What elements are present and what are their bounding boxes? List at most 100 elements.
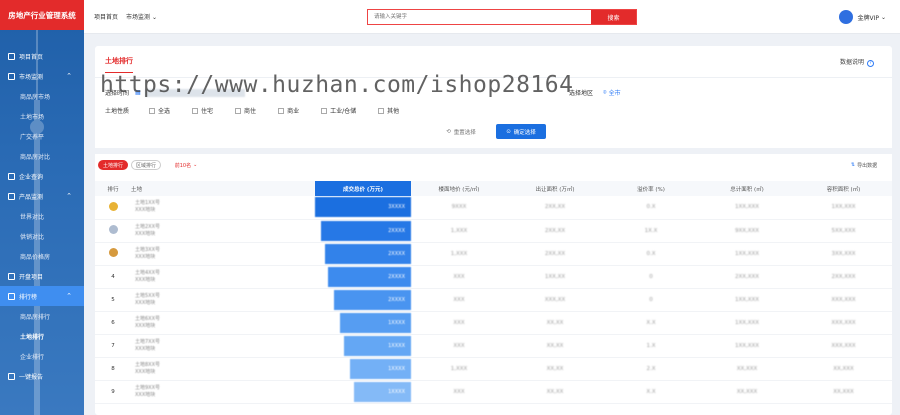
tab-region-ranking[interactable]: 区域排行 [131,160,161,170]
sidebar-subitem[interactable]: 土地市场 [0,106,84,126]
land-use-checkbox[interactable]: 工业/仓储 [321,106,356,115]
nav-home-link[interactable]: 项目首页 [94,12,118,21]
region-select[interactable]: 全市 [609,88,621,97]
product-icon [8,192,15,200]
value-cell: X.X [603,380,699,404]
land-name-cell[interactable]: 土地6XX号 XXX地块 [131,311,315,335]
date-range-input[interactable] [144,88,245,97]
value-cell: XX,XXX [795,380,892,404]
sidebar-item[interactable]: 项目首页 [0,46,84,66]
confirm-button[interactable]: ⊙ 确定选择 [496,124,546,139]
sidebar-item[interactable]: 市场监测 ⌃ [0,66,84,86]
table-row[interactable]: 土地3XX号 XXX地块 2XXXX 1,XXX 2XX,XX 0.X 1XX,XXX 3XX… [95,242,892,266]
value-cell: XXX,XXX [795,288,892,312]
land-name-cell[interactable]: 土地7XX号 XXX地块 [131,334,315,358]
total-price-bar: 1XXXX [349,358,411,379]
land-name-cell[interactable]: 土地2XX号 XXX地块 [131,219,315,243]
table-row[interactable]: 土地2XX号 XXX地块 2XXXX 1,XXX 2XX,XX 1X.X 9XX,XXX 5X… [95,219,892,243]
value-cell: XXX [411,311,507,335]
value-cell: 1XX,XXX [699,288,795,312]
sidebar-subitem[interactable]: 商品房对比 [0,146,84,166]
search-input[interactable] [368,10,591,24]
land-use-checkbox[interactable]: 其他 [378,106,399,115]
export-icon: ⇅ [850,162,856,168]
sidebar-subitem[interactable]: 商品价格房 [0,246,84,266]
value-cell: XX,XX [507,357,603,381]
total-price-bar: 2XXXX [320,220,411,241]
value-cell: XX,XXX [699,380,795,404]
land-name-cell[interactable]: 土地4XX号 XXX地块 [131,265,315,289]
sidebar-item[interactable]: 企业查询 [0,166,84,186]
land-name-cell[interactable]: 土地1XX号 XXX地块 [131,196,315,220]
total-price-cell: 1XXXX [315,357,411,381]
value-cell: XXX [411,265,507,289]
land-name-cell[interactable]: 土地5XX号 XXX地块 [131,288,315,312]
region-label: 选择地区 [569,90,594,97]
sidebar-subitem[interactable]: 世界对比 [0,206,84,226]
silver-medal-icon [108,225,118,234]
land-name-cell[interactable]: 土地8XX号 XXX地块 [131,357,315,381]
reset-button[interactable]: ⟲ 重置选择 [437,126,485,138]
top-count-select[interactable]: 前10名 ⌄ [167,160,205,170]
export-button[interactable]: ⇅ 导出数据 [843,160,885,170]
sidebar-subitem[interactable]: 供销对比 [0,226,84,246]
chevron-down-icon: ⌄ [151,14,157,21]
value-cell: XXX [411,288,507,312]
checkbox-box [149,107,156,114]
value-cell: 1,XXX [411,242,507,266]
sidebar-item[interactable]: 排行榜 ⌃ [0,286,84,306]
land-use-checkbox[interactable]: 商业 [278,106,299,115]
sidebar-item[interactable]: 一键报告 [0,366,84,386]
checkbox-label: 其他 [387,108,400,115]
checkbox-label: 全选 [158,108,171,115]
table-row[interactable]: 土地1XX号 XXX地块 3XXXX 9XXX 2XX,XX 0.X 1XX,XXX 1XX,… [95,196,892,220]
nav-market-dropdown[interactable]: 市场监测 ⌄ [126,12,157,21]
time-label: 选择时间 [105,90,130,97]
checkbox-label: 工业/仓储 [330,108,357,115]
value-cell: XX,XX [507,380,603,404]
reset-label: 重置选择 [453,130,476,136]
sidebar-subitem[interactable]: 商品房市场 [0,86,84,106]
sidebar-item-label: 企业查询 [19,173,44,181]
land-use-checkbox[interactable]: 全选 [149,106,170,115]
table-row[interactable]: 6 土地6XX号 XXX地块 1XXXX XXX XX,XX X.X 1XX,XXX XXX,X… [95,311,892,335]
sidebar-subitem[interactable]: 土地排行 [0,326,84,346]
sidebar-subitem[interactable]: 广交养平 [0,126,84,146]
value-cell: 0 [603,288,699,312]
search-button[interactable]: 搜索 [591,10,636,24]
column-header[interactable]: 成交总价 (万元) [315,181,411,196]
value-cell: XX,XXX [795,357,892,381]
total-price-bar: 3XXXX [315,197,411,218]
tab-land-ranking[interactable]: 土地排行 [98,160,128,170]
land-name-cell[interactable]: 土地9XX号 XXX地块 [131,380,315,404]
sidebar-item[interactable]: 产品监测 ⌃ [0,186,84,206]
value-cell: XXX,XXX [795,311,892,335]
data-note-link[interactable]: 数据说明? [840,57,874,67]
chevron-up-icon: ⌃ [66,192,72,200]
land-use-checkbox[interactable]: 住宅 [192,106,213,115]
calendar-icon[interactable]: ▦ [135,89,141,96]
sidebar-subitem[interactable]: 商品房排行 [0,306,84,326]
user-menu[interactable]: 金牌VIP ⌄ [839,10,886,24]
land-use-checkbox[interactable]: 商住 [235,106,256,115]
table-row[interactable]: 4 土地4XX号 XXX地块 2XXXX XXX 1XX,XX 0 2XX,XXX 2XX,XX… [95,265,892,289]
land-name-cell[interactable]: 土地3XX号 XXX地块 [131,242,315,266]
sidebar-subitem[interactable]: 企业排行 [0,346,84,366]
column-header: 出让面积 (万㎡) [507,181,603,196]
table-row[interactable]: 5 土地5XX号 XXX地块 2XXXX XXX XXX,XX 0 1XX,XXX XXX,XX… [95,288,892,312]
value-cell: 0 [603,265,699,289]
land-sub: XXX地块 [135,276,156,283]
value-cell: XXX,XXX [795,334,892,358]
total-price-bar: 1XXXX [339,312,411,333]
help-icon: ? [867,60,874,67]
main-panel: 土地排行 数据说明? 选择时间 ▦ 选择地区 ⌾ 全市 土地性质 全选 住宅 商住 商… [95,46,892,415]
rank-cell: 9 [95,380,131,404]
table-row[interactable]: 9 土地9XX号 XXX地块 1XXXX XXX XX,XX X.X XX,XXX XX,XXX [95,380,892,404]
table-row[interactable]: 7 土地7XX号 XXX地块 1XXXX XXX XX,XX 1.X 1XX,XXX XXX,X… [95,334,892,358]
table-row[interactable]: 8 土地8XX号 XXX地块 1XXXX 1,XXX XX,XX 2.X XX,XXX XX,X… [95,357,892,381]
value-cell: 2.X [603,357,699,381]
total-price-bar: 2XXXX [334,289,411,310]
sidebar-item[interactable]: 开盘项目 [0,266,84,286]
table-header: 排行 土地 成交总价 (万元) 楼面地价 (元/㎡) 出让面积 (万㎡) 溢价率 (%) 总… [95,181,892,196]
top-bar: 项目首页 市场监测 ⌄ 搜索 金牌VIP ⌄ [84,0,900,34]
